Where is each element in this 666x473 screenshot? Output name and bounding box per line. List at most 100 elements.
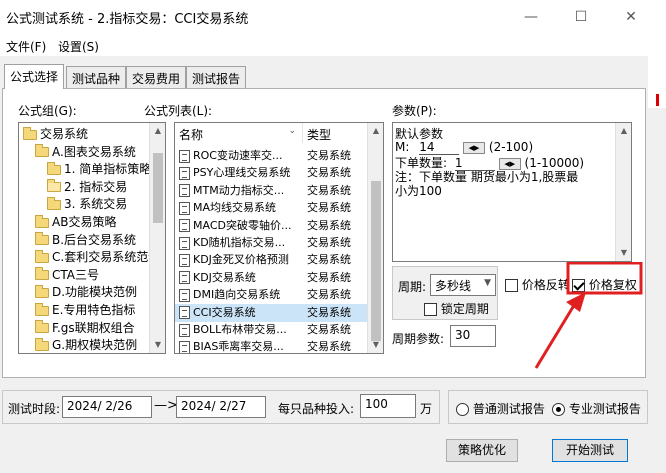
minimize-button[interactable]: — [516,6,546,28]
tree-item-label: A.图表交易系统 [52,144,136,159]
folder-icon [35,232,49,246]
list-item[interactable]: KD随机指标交易... 交易系统 [175,234,369,252]
checkbox-icon [505,279,518,292]
tree-item[interactable]: E.专用特色指标 [35,301,135,319]
formula-type: 交易系统 [307,253,351,267]
invest-unit: 万 [420,402,433,416]
param-note-2: 小为100 [395,184,442,198]
menu-settings[interactable]: 设置(S) [58,38,99,55]
folder-icon [47,161,61,175]
folder-icon [23,126,37,140]
radio-selected-icon [552,403,565,416]
scroll-down-icon[interactable]: ▼ [368,337,383,353]
start-date-input[interactable]: 2024/ 2/26 [62,396,152,418]
tree-item[interactable]: G.期权模块范例 [35,336,137,353]
period-select[interactable]: 多秒线 ▼ [430,274,496,296]
formula-name: PSY心理线交易系统 [193,166,291,180]
list-item[interactable]: MACD突破零轴价... 交易系统 [175,217,369,235]
formula-doc-icon [179,201,190,215]
close-button[interactable]: ✕ [616,6,646,28]
list-item[interactable]: CCI交易系统 交易系统 [175,303,369,322]
list-item[interactable]: MTM动力指标交... 交易系统 [175,182,369,200]
column-header-name[interactable]: 名称 ⌄ [175,123,303,143]
tree-item[interactable]: A.图表交易系统 [35,143,136,161]
folder-icon [35,249,49,263]
tree-item-label: D.功能模块范例 [52,285,138,300]
test-period-label: 测试时段: [8,402,61,416]
tree-item[interactable]: 2. 指标交易 [47,178,127,196]
tree-item-label: 2. 指标交易 [64,179,128,194]
annotation-arrow-line [534,301,578,369]
param-m-spinner[interactable]: ◀▶ [463,141,486,154]
tab-formula-select[interactable]: 公式选择 [4,64,65,89]
formula-name: MACD突破零轴价... [193,218,292,232]
tree-item[interactable]: AB交易策略 [35,213,116,231]
folder-icon [35,267,49,281]
param-m-row: M: 14 ◀▶ (2-100) [395,140,534,155]
list-scroll-thumb[interactable] [371,181,381,341]
period-param-input[interactable]: 30 [450,325,496,347]
tab-test-report[interactable]: 测试报告 [186,66,247,88]
formula-type: 交易系统 [307,305,351,319]
tree-item[interactable]: C.套利交易系统范例 [35,248,160,266]
lock-period-checkbox[interactable]: 锁定周期 [424,300,489,317]
scroll-up-icon[interactable]: ▲ [616,123,631,139]
tree-item-label: CTA三号 [52,267,99,282]
tree-item[interactable]: D.功能模块范例 [35,283,137,301]
menu-file[interactable]: 文件(F) [6,38,46,55]
formula-name: MTM动力指标交... [193,183,285,197]
pro-report-radio[interactable]: 专业测试报告 [552,400,641,417]
params-box[interactable]: 默认参数 M: 14 ◀▶ (2-100) 下单数量: 1 ◀▶ (1-1000… [392,122,632,262]
list-scrollbar[interactable]: ▲ ▼ [367,123,383,353]
normal-report-radio[interactable]: 普通测试报告 [456,400,545,417]
tree-item[interactable]: 交易系统 [23,125,88,143]
formula-type: 交易系统 [307,323,351,336]
formula-type: 交易系统 [307,236,351,249]
formula-type: 交易系统 [307,340,351,354]
scroll-down-icon[interactable]: ▼ [616,245,631,261]
formula-doc-icon [179,271,190,285]
invest-input[interactable]: 100 [360,394,416,418]
list-item[interactable]: KDJ金死叉价格预测 交易系统 [175,251,369,269]
end-date-input[interactable]: 2024/ 2/27 [176,396,266,418]
tree-item[interactable]: 1. 简单指标策略 [47,160,151,178]
tree-item[interactable]: 3. 系统交易 [47,195,127,213]
formula-name: KDJ金死叉价格预测 [193,253,289,267]
tree-item-label: B.后台交易系统 [52,232,137,247]
formula-list-label: 公式列表(L): [144,104,213,118]
maximize-button[interactable]: ☐ [566,6,596,28]
red-annotation [534,262,643,369]
start-test-button[interactable]: 开始测试 [552,439,628,462]
scroll-down-icon[interactable]: ▼ [150,337,165,353]
tab-test-symbols[interactable]: 测试品种 [66,66,127,88]
column-header-type[interactable]: 类型 [303,123,369,143]
formula-type: 交易系统 [307,201,351,215]
tree-item[interactable]: B.后台交易系统 [35,231,136,249]
formula-name: CCI交易系统 [193,305,256,319]
formula-list[interactable]: BIAS乖离率交易... 交易系统 BOLL布林带交易... 交易系统 CCI交易系统交… [174,122,384,354]
list-item[interactable]: BOLL布林带交易... 交易系统 [175,321,369,339]
formula-group-tree[interactable]: G.期权模块范例 F.gs联期权组合 E.专用特色指标 D.功能模块范例 CTA三号 C.… [18,122,166,354]
scroll-up-icon[interactable]: ▲ [368,123,383,139]
tree-item[interactable]: F.gs联期权组合 [35,319,135,337]
tree-item[interactable]: CTA三号 [35,266,99,284]
annotation-highlight-box [566,262,643,295]
list-item[interactable]: PSY心理线交易系统 交易系统 [175,164,369,182]
tree-scroll-thumb[interactable] [153,153,163,223]
list-item[interactable]: ROC变动速率交... 交易系统 [175,147,369,165]
formula-doc-icon [179,306,190,320]
list-item[interactable]: DMI趋向交易系统 交易系统 [175,286,369,304]
formula-type: 交易系统 [307,166,351,180]
scroll-up-icon[interactable]: ▲ [150,123,165,139]
tree-scrollbar[interactable]: ▲ ▼ [149,123,165,353]
tab-trade-fees[interactable]: 交易费用 [126,66,187,88]
period-label: 周期: [398,280,427,294]
folder-open-icon [47,179,61,193]
folder-icon [35,214,49,228]
list-item[interactable]: BIAS乖离率交易... 交易系统 [175,338,369,354]
param-m-input[interactable]: 14 [419,140,460,155]
params-scrollbar[interactable]: ▲ ▼ [615,123,631,261]
list-item[interactable]: KDJ交易系统 交易系统 [175,269,369,287]
list-item[interactable]: MA均线交易系统 交易系统 [175,199,369,217]
strategy-optimize-button[interactable]: 策略优化 [446,439,518,462]
